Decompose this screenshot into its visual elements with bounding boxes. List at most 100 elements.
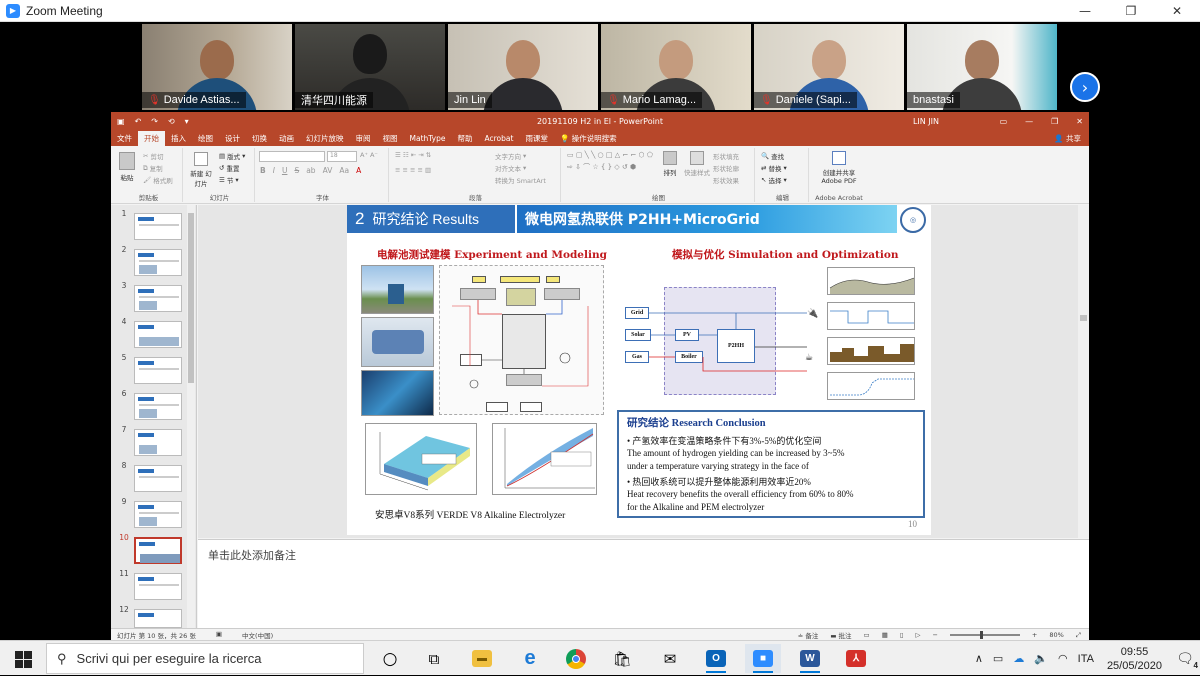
sorter-view-icon[interactable]: ▦: [882, 631, 888, 639]
battery-icon[interactable]: ▭: [993, 652, 1003, 665]
tab-transitions[interactable]: 切换: [246, 131, 273, 146]
undo-icon[interactable]: ↶: [135, 117, 142, 126]
slide-thumbnail[interactable]: 5: [117, 353, 193, 389]
font-name-combo[interactable]: [259, 151, 325, 162]
maximize-button[interactable]: ❐: [1108, 0, 1154, 22]
save-icon[interactable]: ▣: [117, 117, 125, 126]
next-page-button[interactable]: ›: [1070, 72, 1100, 102]
comments-toggle[interactable]: ▬ 批注: [830, 630, 851, 640]
align-buttons[interactable]: ≡ ≡ ≡ ≡ ▥: [395, 166, 431, 174]
paste-button[interactable]: 粘贴: [119, 152, 135, 182]
spellcheck-icon[interactable]: ▣: [216, 630, 222, 640]
char-spacing-button[interactable]: AV: [323, 166, 333, 175]
share-button[interactable]: 👤 共享: [1054, 133, 1081, 144]
shape-fill-button[interactable]: 形状填充: [713, 151, 739, 161]
replace-button[interactable]: ⇄ 替换 ▾: [761, 163, 787, 173]
shapes-gallery[interactable]: ▭ ▢ ╲ ╲ ○ □ △ ⌐ ⌐ ⬡ ⬠: [567, 151, 653, 159]
customize-qa-icon[interactable]: ▾: [185, 117, 189, 126]
tab-help[interactable]: 帮助: [452, 131, 479, 146]
chrome-button[interactable]: [558, 644, 594, 673]
tell-me-search[interactable]: 💡 操作说明搜索: [554, 131, 623, 146]
word-button[interactable]: W: [792, 644, 828, 673]
wifi-icon[interactable]: ◠: [1058, 652, 1068, 665]
font-size-combo[interactable]: 18: [327, 151, 357, 162]
align-text-button[interactable]: 对齐文本 ▾: [495, 163, 526, 173]
find-button[interactable]: 🔍 查找: [761, 151, 784, 161]
start-button[interactable]: [8, 647, 38, 671]
participant-tile[interactable]: 🎙 Daniele (Sapi...: [754, 24, 904, 110]
reading-view-icon[interactable]: ▯: [900, 631, 904, 639]
ppt-minimize-button[interactable]: —: [1025, 117, 1033, 126]
tab-rainclassroom[interactable]: 雨课堂: [519, 131, 554, 146]
acrobat-button[interactable]: ⅄: [838, 644, 874, 673]
grow-font-button[interactable]: A⁺ A⁻: [360, 151, 378, 159]
slide-thumbnail[interactable]: 2: [117, 245, 193, 281]
select-button[interactable]: ↖ 选择 ▾: [761, 175, 787, 185]
strikethrough-button[interactable]: S: [294, 166, 299, 175]
ppt-restore-button[interactable]: ❐: [1051, 117, 1058, 126]
cut-button[interactable]: ✂ 剪切: [143, 151, 163, 161]
tab-home[interactable]: 开始: [138, 131, 165, 146]
notes-toggle[interactable]: ≐ 备注: [798, 630, 819, 640]
arrange-button[interactable]: 排列: [659, 151, 681, 177]
store-button[interactable]: 🛍: [604, 644, 640, 673]
tab-file[interactable]: 文件: [111, 131, 138, 146]
redo-icon[interactable]: ↷: [151, 117, 158, 126]
slide-thumbnail[interactable]: 1: [117, 209, 193, 245]
participant-tile[interactable]: 清华四川能源: [295, 24, 445, 110]
language-indicator[interactable]: 中文(中国): [242, 630, 273, 640]
shape-outline-button[interactable]: 形状轮廓: [713, 163, 739, 173]
participant-tile[interactable]: bnastasi: [907, 24, 1057, 110]
ppt-close-button[interactable]: ✕: [1076, 117, 1083, 126]
create-pdf-button[interactable]: 创建并共享 Adobe PDF: [815, 151, 863, 185]
slide-thumbnail[interactable]: 9: [117, 497, 193, 533]
participant-tile[interactable]: 🎙 Mario Lamag...: [601, 24, 751, 110]
taskbar-search[interactable]: ⚲ Scrivi qui per eseguire la ricerca: [46, 643, 364, 674]
shapes-gallery-row2[interactable]: ⇨ ⇩ ⌒ ☆ { } ◇ ↺ ⬢: [567, 162, 636, 172]
format-painter-button[interactable]: 🖌 格式刷: [143, 175, 173, 185]
tab-mathtype[interactable]: MathType: [404, 131, 452, 146]
clock[interactable]: 09:55 25/05/2020: [1107, 645, 1162, 673]
tab-draw[interactable]: 绘图: [192, 131, 219, 146]
volume-icon[interactable]: 🔈: [1034, 652, 1048, 665]
zoom-in-button[interactable]: +: [1032, 631, 1037, 639]
section-button[interactable]: ☰ 节 ▾: [219, 175, 239, 185]
text-direction-button[interactable]: 文字方向 ▾: [495, 151, 526, 161]
quick-styles-button[interactable]: 快速样式: [684, 151, 710, 177]
slide-thumbnail[interactable]: 4: [117, 317, 193, 353]
chevron-up-icon[interactable]: ∧: [975, 652, 983, 665]
font-color-button[interactable]: A: [356, 166, 361, 175]
slide-thumbnail[interactable]: 11: [117, 569, 193, 605]
current-slide[interactable]: 2 研究结论 Results 微电网氢热联供 P2HH+MicroGrid ◎ 电…: [347, 205, 931, 535]
zoom-out-button[interactable]: −: [932, 631, 937, 639]
cortana-button[interactable]: ○: [372, 644, 408, 673]
shape-effects-button[interactable]: 形状效果: [713, 175, 739, 185]
minimize-button[interactable]: —: [1062, 0, 1108, 22]
slideshow-view-icon[interactable]: ▷: [915, 631, 920, 639]
action-center-button[interactable]: 🗨 4: [1170, 647, 1200, 671]
reset-button[interactable]: ↺ 重置: [219, 163, 239, 173]
edge-button[interactable]: e: [512, 644, 548, 673]
underline-button[interactable]: U: [282, 166, 288, 175]
ribbon-display-button[interactable]: ▭: [1000, 117, 1008, 126]
italic-button[interactable]: I: [273, 166, 275, 175]
slide-thumbnail[interactable]: 6: [117, 389, 193, 425]
tab-slideshow[interactable]: 幻灯片放映: [300, 131, 350, 146]
tab-review[interactable]: 审阅: [350, 131, 377, 146]
zoom-level[interactable]: 80%: [1049, 631, 1063, 639]
tab-animations[interactable]: 动画: [273, 131, 300, 146]
smartart-button[interactable]: 转换为 SmartArt: [495, 175, 546, 185]
mail-button[interactable]: ✉: [652, 644, 688, 673]
change-case-button[interactable]: Aa: [339, 166, 349, 175]
participant-tile-active-speaker[interactable]: Jin Lin: [448, 24, 598, 110]
onedrive-icon[interactable]: ☁: [1013, 652, 1024, 665]
layout-button[interactable]: ▤ 版式 ▾: [219, 151, 245, 161]
thumbnails-scrollbar[interactable]: [187, 205, 195, 628]
task-view-button[interactable]: ⧉: [416, 644, 452, 673]
file-explorer-button[interactable]: ▬: [464, 644, 500, 673]
slide-thumbnail-selected[interactable]: 10: [117, 533, 193, 569]
canvas-scrollbar[interactable]: [1078, 205, 1089, 538]
tab-acrobat[interactable]: Acrobat: [479, 131, 520, 146]
normal-view-icon[interactable]: ▭: [864, 631, 870, 639]
close-button[interactable]: ✕: [1154, 0, 1200, 22]
